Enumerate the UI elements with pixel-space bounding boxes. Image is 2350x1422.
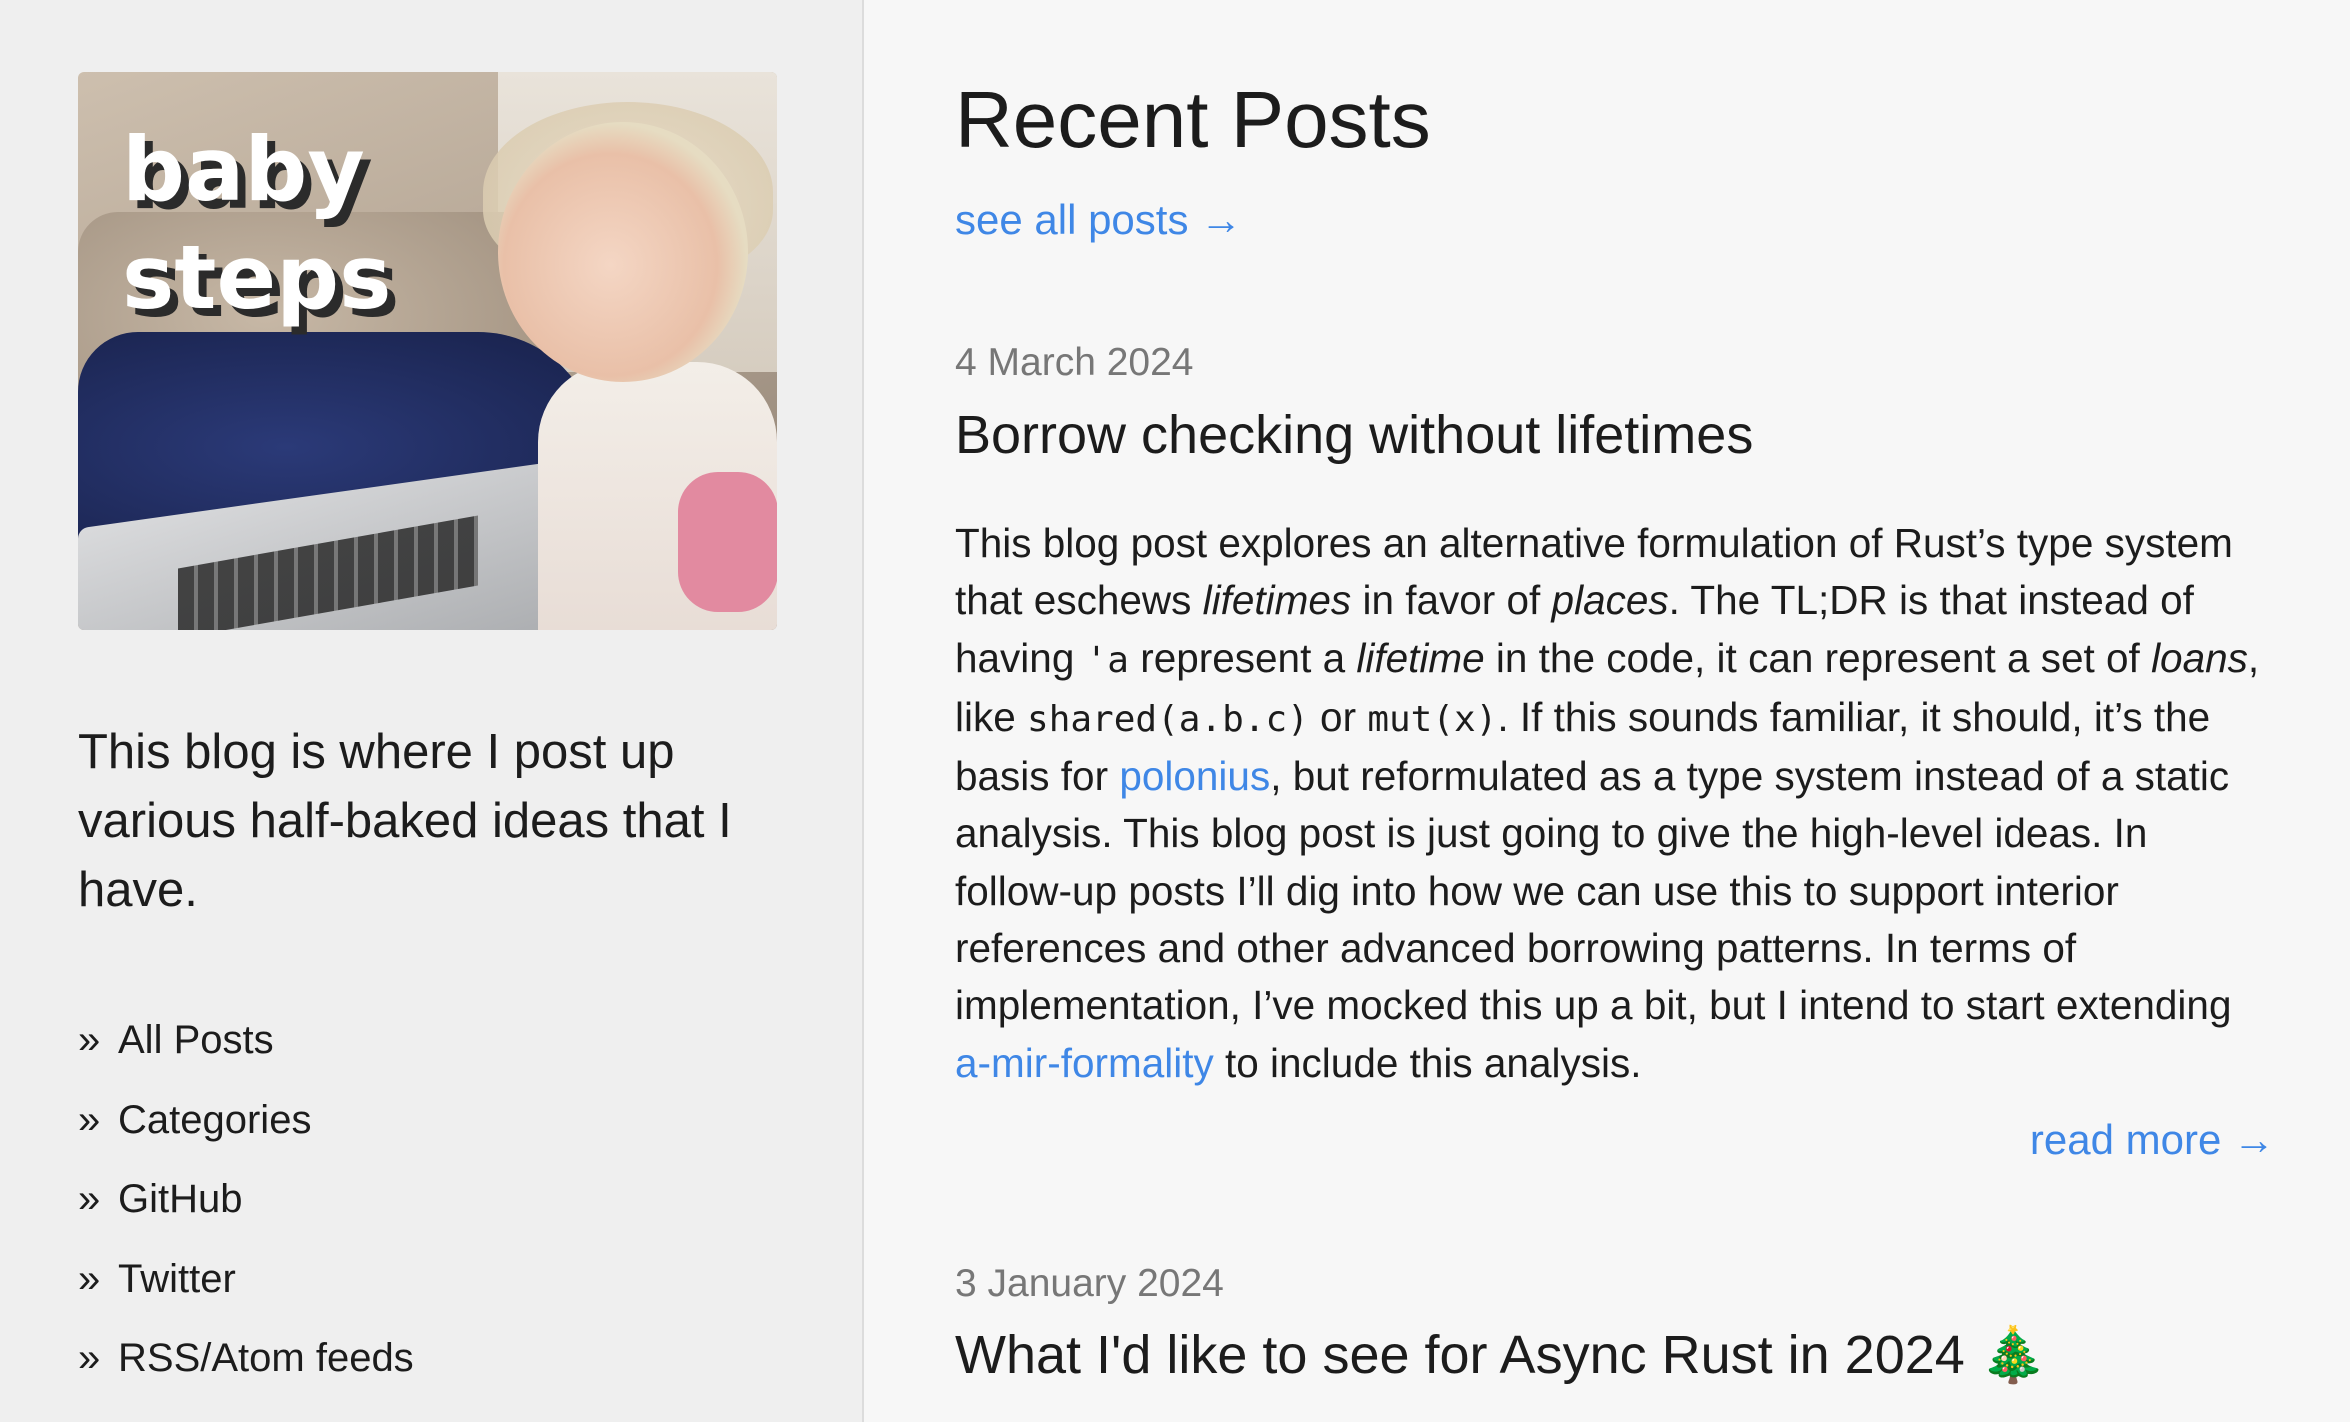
nav-bullet: » <box>78 1256 101 1301</box>
site-logo-image[interactable]: baby steps <box>78 72 777 630</box>
excerpt-emphasis: places <box>1551 577 1669 624</box>
christmas-tree-icon: 🎄 <box>1979 1325 2048 1385</box>
site-title-line2: steps <box>122 226 392 329</box>
post-title-link[interactable]: What I'd like to see for Async Rust in 2… <box>955 1320 2275 1390</box>
nav-item-twitter: » Twitter <box>78 1249 414 1329</box>
nav-bullet: » <box>78 1177 101 1221</box>
post-date: 3 January 2024 <box>955 1262 1224 1305</box>
see-all-posts-link[interactable]: see all posts → <box>955 190 1242 250</box>
excerpt-text: represent a <box>1128 634 1357 681</box>
sidebar: baby steps This blog is where I post up … <box>0 0 864 1422</box>
site-title[interactable]: baby steps <box>122 116 392 332</box>
a-mir-formality-link[interactable]: a-mir-formality <box>955 1040 1214 1086</box>
excerpt-text: in the code, it can represent a set of <box>1484 634 2152 681</box>
excerpt-emphasis: lifetimes <box>1202 577 1352 624</box>
nav-bullet: » <box>78 1018 101 1062</box>
photo-child <box>498 122 748 382</box>
nav-link-github[interactable]: GitHub <box>118 1169 243 1229</box>
nav-bullet: » <box>78 1336 101 1380</box>
nav-item-github: » GitHub <box>78 1169 414 1249</box>
page-title: Recent Posts <box>955 75 1431 164</box>
nav-bullet: » <box>78 1097 101 1142</box>
post-title-text: What I'd like to see for Async Rust in 2… <box>955 1325 1980 1385</box>
post-title-link[interactable]: Borrow checking without lifetimes <box>955 400 2275 470</box>
post-date: 4 March 2024 <box>955 341 1194 384</box>
sidebar-nav: » All Posts » Categories » GitHub » Twit… <box>78 1010 414 1408</box>
nav-link-all-posts[interactable]: All Posts <box>118 1010 274 1070</box>
post-title-text: Borrow checking without lifetimes <box>955 405 1754 465</box>
post-excerpt: This blog post explores an alternative f… <box>955 515 2275 1092</box>
site-tagline: This blog is where I post up various hal… <box>78 725 732 917</box>
excerpt-code: 'a <box>1085 639 1129 681</box>
nav-link-twitter[interactable]: Twitter <box>118 1249 236 1309</box>
nav-link-categories[interactable]: Categories <box>118 1090 311 1150</box>
excerpt-emphasis: lifetime <box>1356 634 1485 681</box>
excerpt-text: to include this analysis. <box>1213 1039 1642 1086</box>
nav-link-rss[interactable]: RSS/Atom feeds <box>118 1328 414 1388</box>
site-title-line1: baby <box>122 118 365 221</box>
photo-sleeve <box>678 472 777 612</box>
read-more-link[interactable]: read more → <box>2030 1110 2275 1170</box>
excerpt-code: shared(a.b.c) <box>1027 698 1309 740</box>
nav-item-all-posts: » All Posts <box>78 1010 414 1090</box>
excerpt-emphasis: loans <box>2151 634 2248 681</box>
excerpt-code: mut(x) <box>1367 698 1498 740</box>
excerpt-text: in favor of <box>1351 577 1552 624</box>
nav-item-categories: » Categories <box>78 1090 414 1170</box>
excerpt-text: or <box>1308 693 1368 740</box>
nav-item-rss: » RSS/Atom feeds <box>78 1328 414 1408</box>
polonius-link[interactable]: polonius <box>1119 753 1270 799</box>
